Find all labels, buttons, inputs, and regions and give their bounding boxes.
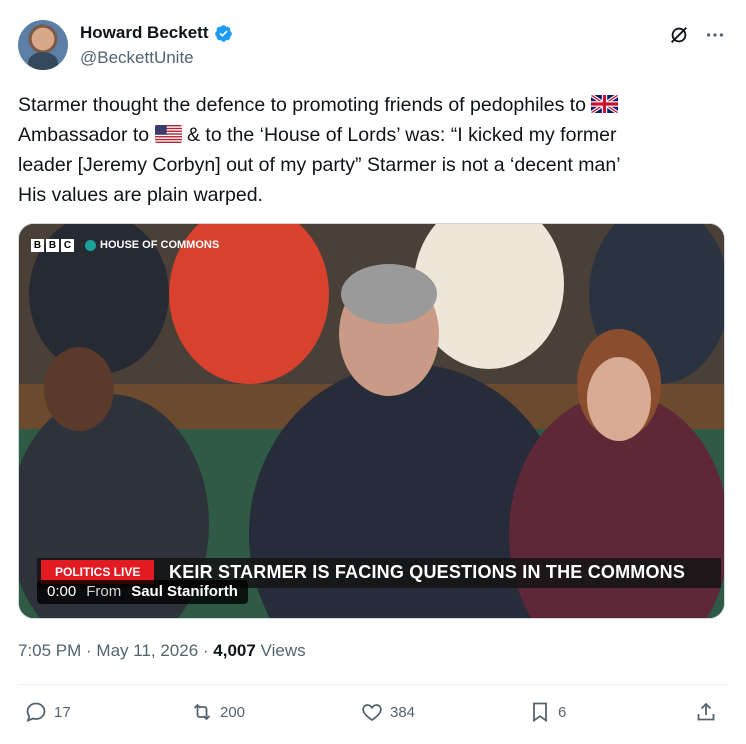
tweet-line-2a: Ambassador to	[18, 124, 150, 146]
channel-name: HOUSE OF COMMONS	[85, 239, 219, 251]
repost-count: 200	[220, 703, 246, 721]
handle[interactable]: @BeckettUnite	[80, 48, 194, 68]
grok-icon[interactable]	[668, 24, 690, 46]
bbc-logo: BBC	[31, 239, 74, 252]
reply-button[interactable]: 17	[24, 700, 71, 724]
like-count: 384	[390, 703, 416, 721]
us-flag-icon	[154, 125, 182, 143]
avatar[interactable]	[18, 20, 68, 70]
tweet-line-1: Starmer thought the defence to promoting…	[18, 94, 587, 116]
bookmark-count: 6	[558, 703, 567, 721]
bookmark-button[interactable]: 6	[528, 700, 566, 724]
action-bar: 17 200 384 6	[18, 700, 728, 730]
display-name[interactable]: Howard Beckett	[80, 23, 208, 43]
video-time-chip: 0:00 From Saul Staniforth	[37, 580, 248, 604]
uk-flag-icon	[591, 95, 619, 113]
from-label: From	[86, 583, 122, 600]
tweet-line-4: His values are plain warped.	[18, 184, 263, 206]
heart-icon	[362, 704, 382, 722]
tweet-text: Starmer thought the defence to promoting…	[18, 90, 728, 210]
divider	[18, 684, 728, 685]
video-timestamp: 0:00	[47, 583, 77, 600]
bookmark-icon	[533, 702, 547, 723]
like-button[interactable]: 384	[360, 700, 415, 724]
tweet-datetime[interactable]: 7:05 PM · May 11, 2026 ·	[18, 641, 213, 660]
channel-dot-icon	[85, 239, 96, 251]
video-player[interactable]: BBC HOUSE OF COMMONS POLITICS LIVE KEIR …	[18, 223, 725, 619]
more-icon[interactable]	[704, 24, 726, 46]
video-source[interactable]: Saul Staniforth	[131, 580, 238, 604]
reply-count: 17	[54, 703, 71, 721]
views-count: 4,007	[213, 641, 256, 660]
tweet-line-2b: & to the ‘House of Lords’ was: “I kicked…	[187, 124, 617, 146]
repost-button[interactable]: 200	[190, 700, 245, 724]
tweet-header: Howard Beckett @BeckettUnite	[18, 18, 728, 72]
reply-icon	[26, 702, 46, 723]
header-icons	[668, 24, 726, 46]
repost-icon	[193, 703, 211, 721]
tweet-line-3: leader [Jeremy Corbyn] out of my party” …	[18, 154, 621, 176]
name-row: Howard Beckett	[80, 23, 233, 43]
tweet-meta: 7:05 PM · May 11, 2026 · 4,007 Views	[18, 641, 306, 661]
share-button[interactable]	[694, 700, 718, 724]
share-icon	[697, 702, 715, 721]
views-label: Views	[255, 641, 306, 660]
verified-badge-icon	[215, 24, 233, 42]
